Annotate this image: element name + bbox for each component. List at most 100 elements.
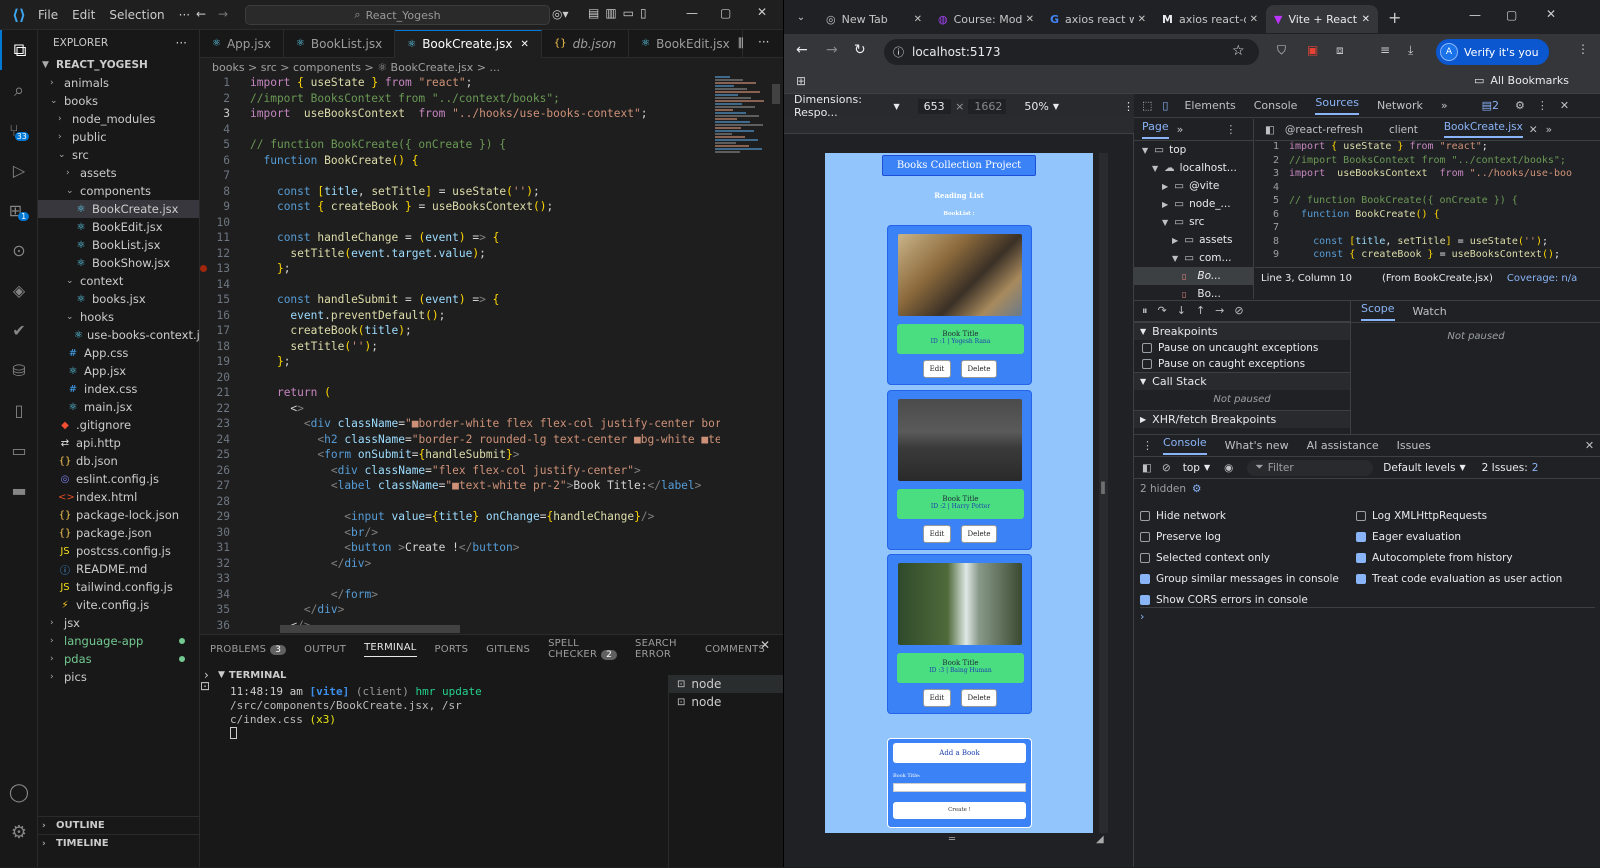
more-files-icon[interactable]: » (1546, 124, 1552, 136)
browser-tab[interactable]: ◍ Course: Mod ✕ (930, 5, 1042, 33)
file-tab[interactable]: client (1389, 124, 1418, 136)
breadcrumb[interactable]: books > src > components > ⚛ BookCreate.… (200, 58, 783, 76)
panel-tab[interactable]: SPELL CHECKER 2 (548, 638, 618, 660)
url-bar[interactable]: ⓘ localhost:5173 ☆ (884, 39, 1259, 65)
menu-file[interactable]: File (38, 8, 58, 22)
tree-file[interactable]: JS tailwind.config.js (38, 578, 199, 596)
workspace-root[interactable]: ▼ REACT_YOGESH (38, 56, 199, 74)
edit-button[interactable]: Edit (923, 360, 951, 378)
code-line[interactable]: 8 const [title, setTitle] = useState('')… (200, 185, 720, 201)
drawer-tab-ai[interactable]: AI assistance (1307, 439, 1379, 452)
checked-checkbox[interactable] (1140, 573, 1150, 584)
browser-tab[interactable]: ◎ New Tab ✕ (818, 5, 930, 33)
tree-file[interactable]: ⚛ BookEdit.jsx (38, 218, 199, 236)
panel-tab[interactable]: TERMINAL (364, 642, 417, 657)
tree-folder[interactable]: ⌄ components (38, 182, 199, 200)
code-editor[interactable]: 1 import { useState } from "react"; 2 //imp… (200, 76, 720, 636)
minimize-icon[interactable]: — (1469, 8, 1481, 22)
device-more-icon[interactable]: ⋮ (1123, 100, 1134, 113)
code-line[interactable]: 2 //import BooksContext from "../context/… (200, 92, 720, 108)
testing-icon[interactable]: ✔ (0, 310, 38, 350)
tree-file[interactable]: <> index.html (38, 488, 199, 506)
sources-tree-item[interactable]: ▶ ▭ @vite (1134, 177, 1253, 195)
console-setting[interactable]: Hide network (1140, 505, 1360, 526)
pause-caught-checkbox[interactable] (1142, 359, 1152, 369)
new-terminal-icon[interactable]: ⊡ (200, 679, 210, 693)
console-setting[interactable]: Autocomplete from history (1356, 547, 1596, 568)
panel-tab[interactable]: PROBLEMS 3 (210, 644, 287, 655)
tree-folder[interactable]: › node_modules (38, 110, 199, 128)
copilot-icon[interactable]: ◎▾ (552, 7, 569, 21)
drawer-tab-console[interactable]: Console (1163, 436, 1207, 455)
issues-badge[interactable]: ▤2 (1482, 99, 1499, 112)
edit-button[interactable]: Edit (923, 689, 951, 707)
delete-button[interactable]: Delete (961, 360, 997, 378)
editor-tab[interactable]: {} db.json (542, 29, 630, 58)
step-out-icon[interactable]: ↑ (1196, 304, 1215, 317)
source-line[interactable]: 5 // function BookCreate({ onCreate }) { (1255, 195, 1600, 209)
source-line[interactable]: 9 const { createBook } = useBooksContext… (1255, 249, 1600, 263)
dimensions-select[interactable]: Dimensions: Respo... (794, 93, 889, 119)
drawer-tab-whats-new[interactable]: What's new (1225, 439, 1289, 452)
tree-folder[interactable]: › pdas (38, 650, 199, 668)
sidebar-toggle-icon[interactable]: ◧ (1142, 462, 1152, 474)
live-expression-icon[interactable]: ◉ (1224, 462, 1233, 474)
sources-tree-item[interactable]: ▼ ☁ localhost... (1134, 159, 1253, 177)
close-tab-icon[interactable]: ✕ (1026, 14, 1034, 25)
tree-folder[interactable]: ⌄ hooks (38, 308, 199, 326)
panel-tab[interactable]: OUTPUT (304, 644, 346, 655)
step-into-icon[interactable]: ↓ (1177, 304, 1196, 317)
tab-watch[interactable]: Watch (1413, 305, 1447, 318)
xhr-breakpoints-section[interactable]: ▶ XHR/fetch Breakpoints (1134, 410, 1350, 428)
context-select[interactable]: top (1183, 462, 1200, 474)
width-input[interactable]: 653 (917, 98, 952, 114)
breakpoints-section[interactable]: ▼ Breakpoints (1134, 322, 1350, 340)
tab-console[interactable]: Console (1254, 99, 1298, 112)
run-debug-icon[interactable]: ▷ (0, 150, 38, 190)
checked-checkbox[interactable] (1140, 594, 1150, 605)
minimize-icon[interactable]: — (686, 6, 698, 20)
code-line[interactable]: 7 (200, 169, 720, 185)
console-prompt[interactable]: › (1140, 607, 1595, 623)
code-line[interactable]: 18 setTitle(''); (200, 340, 720, 356)
close-file-icon[interactable]: ✕ (1529, 124, 1538, 136)
remote-explorer-icon[interactable]: ◈ (0, 270, 38, 310)
drawer-tab-issues[interactable]: Issues (1397, 439, 1431, 452)
all-bookmarks[interactable]: ▭ All Bookmarks (1474, 74, 1569, 87)
panel-tab[interactable]: SEARCH ERROR (635, 638, 687, 660)
site-info-icon[interactable]: ⓘ (893, 44, 904, 60)
code-line[interactable]: 21 return ( (200, 386, 720, 402)
step-over-icon[interactable]: ↷ (1158, 304, 1177, 317)
close-window-icon[interactable]: ✕ (757, 5, 767, 19)
corner-resize-icon[interactable]: ◢ (1096, 834, 1104, 845)
device-icon[interactable]: ▯ (0, 390, 38, 430)
extension-shield-icon[interactable]: ⛉ (1277, 43, 1286, 58)
editor-tab[interactable]: ⚛ BookList.jsx (284, 29, 396, 58)
more-tabs-icon[interactable]: » (1441, 99, 1448, 112)
gitlens-icon[interactable]: ⊙ (0, 230, 38, 270)
code-line[interactable]: 6 function BookCreate() { (200, 154, 720, 170)
drawer-menu-icon[interactable]: ⋮ (1142, 439, 1153, 452)
height-input[interactable]: 1662 (968, 98, 1007, 114)
tree-folder[interactable]: › assets (38, 164, 199, 182)
close-drawer-icon[interactable]: ✕ (1585, 439, 1594, 452)
outline-section[interactable]: › OUTLINE (38, 816, 200, 834)
terminal-list-item[interactable]: ⊡ node (669, 693, 783, 711)
code-line[interactable]: 19 }; (200, 355, 720, 371)
extension-red-icon[interactable]: ▣ (1307, 43, 1318, 57)
close-window-icon[interactable]: ✕ (1546, 7, 1556, 21)
folder-icon[interactable]: ▬ (0, 470, 38, 510)
account-icon[interactable]: ◯ (0, 772, 38, 812)
tree-file[interactable]: {} package-lock.json (38, 506, 199, 524)
settings-gear-icon[interactable]: ⚙ (0, 812, 38, 852)
menu-more[interactable]: ··· (179, 8, 190, 22)
pause-uncaught-checkbox[interactable] (1142, 343, 1152, 353)
bookmark-star-icon[interactable]: ☆ (1232, 43, 1245, 59)
device-toggle-icon[interactable]: ▯ (1162, 99, 1168, 112)
file-tab[interactable]: @react-refresh (1285, 124, 1363, 136)
download-icon[interactable]: ⤓ (1408, 43, 1413, 58)
tab-elements[interactable]: Elements (1184, 99, 1235, 112)
verify-profile-button[interactable]: A Verify it's you (1436, 39, 1549, 65)
editor-scrollbar[interactable] (772, 76, 782, 636)
horizontal-scrollbar[interactable] (280, 625, 460, 633)
